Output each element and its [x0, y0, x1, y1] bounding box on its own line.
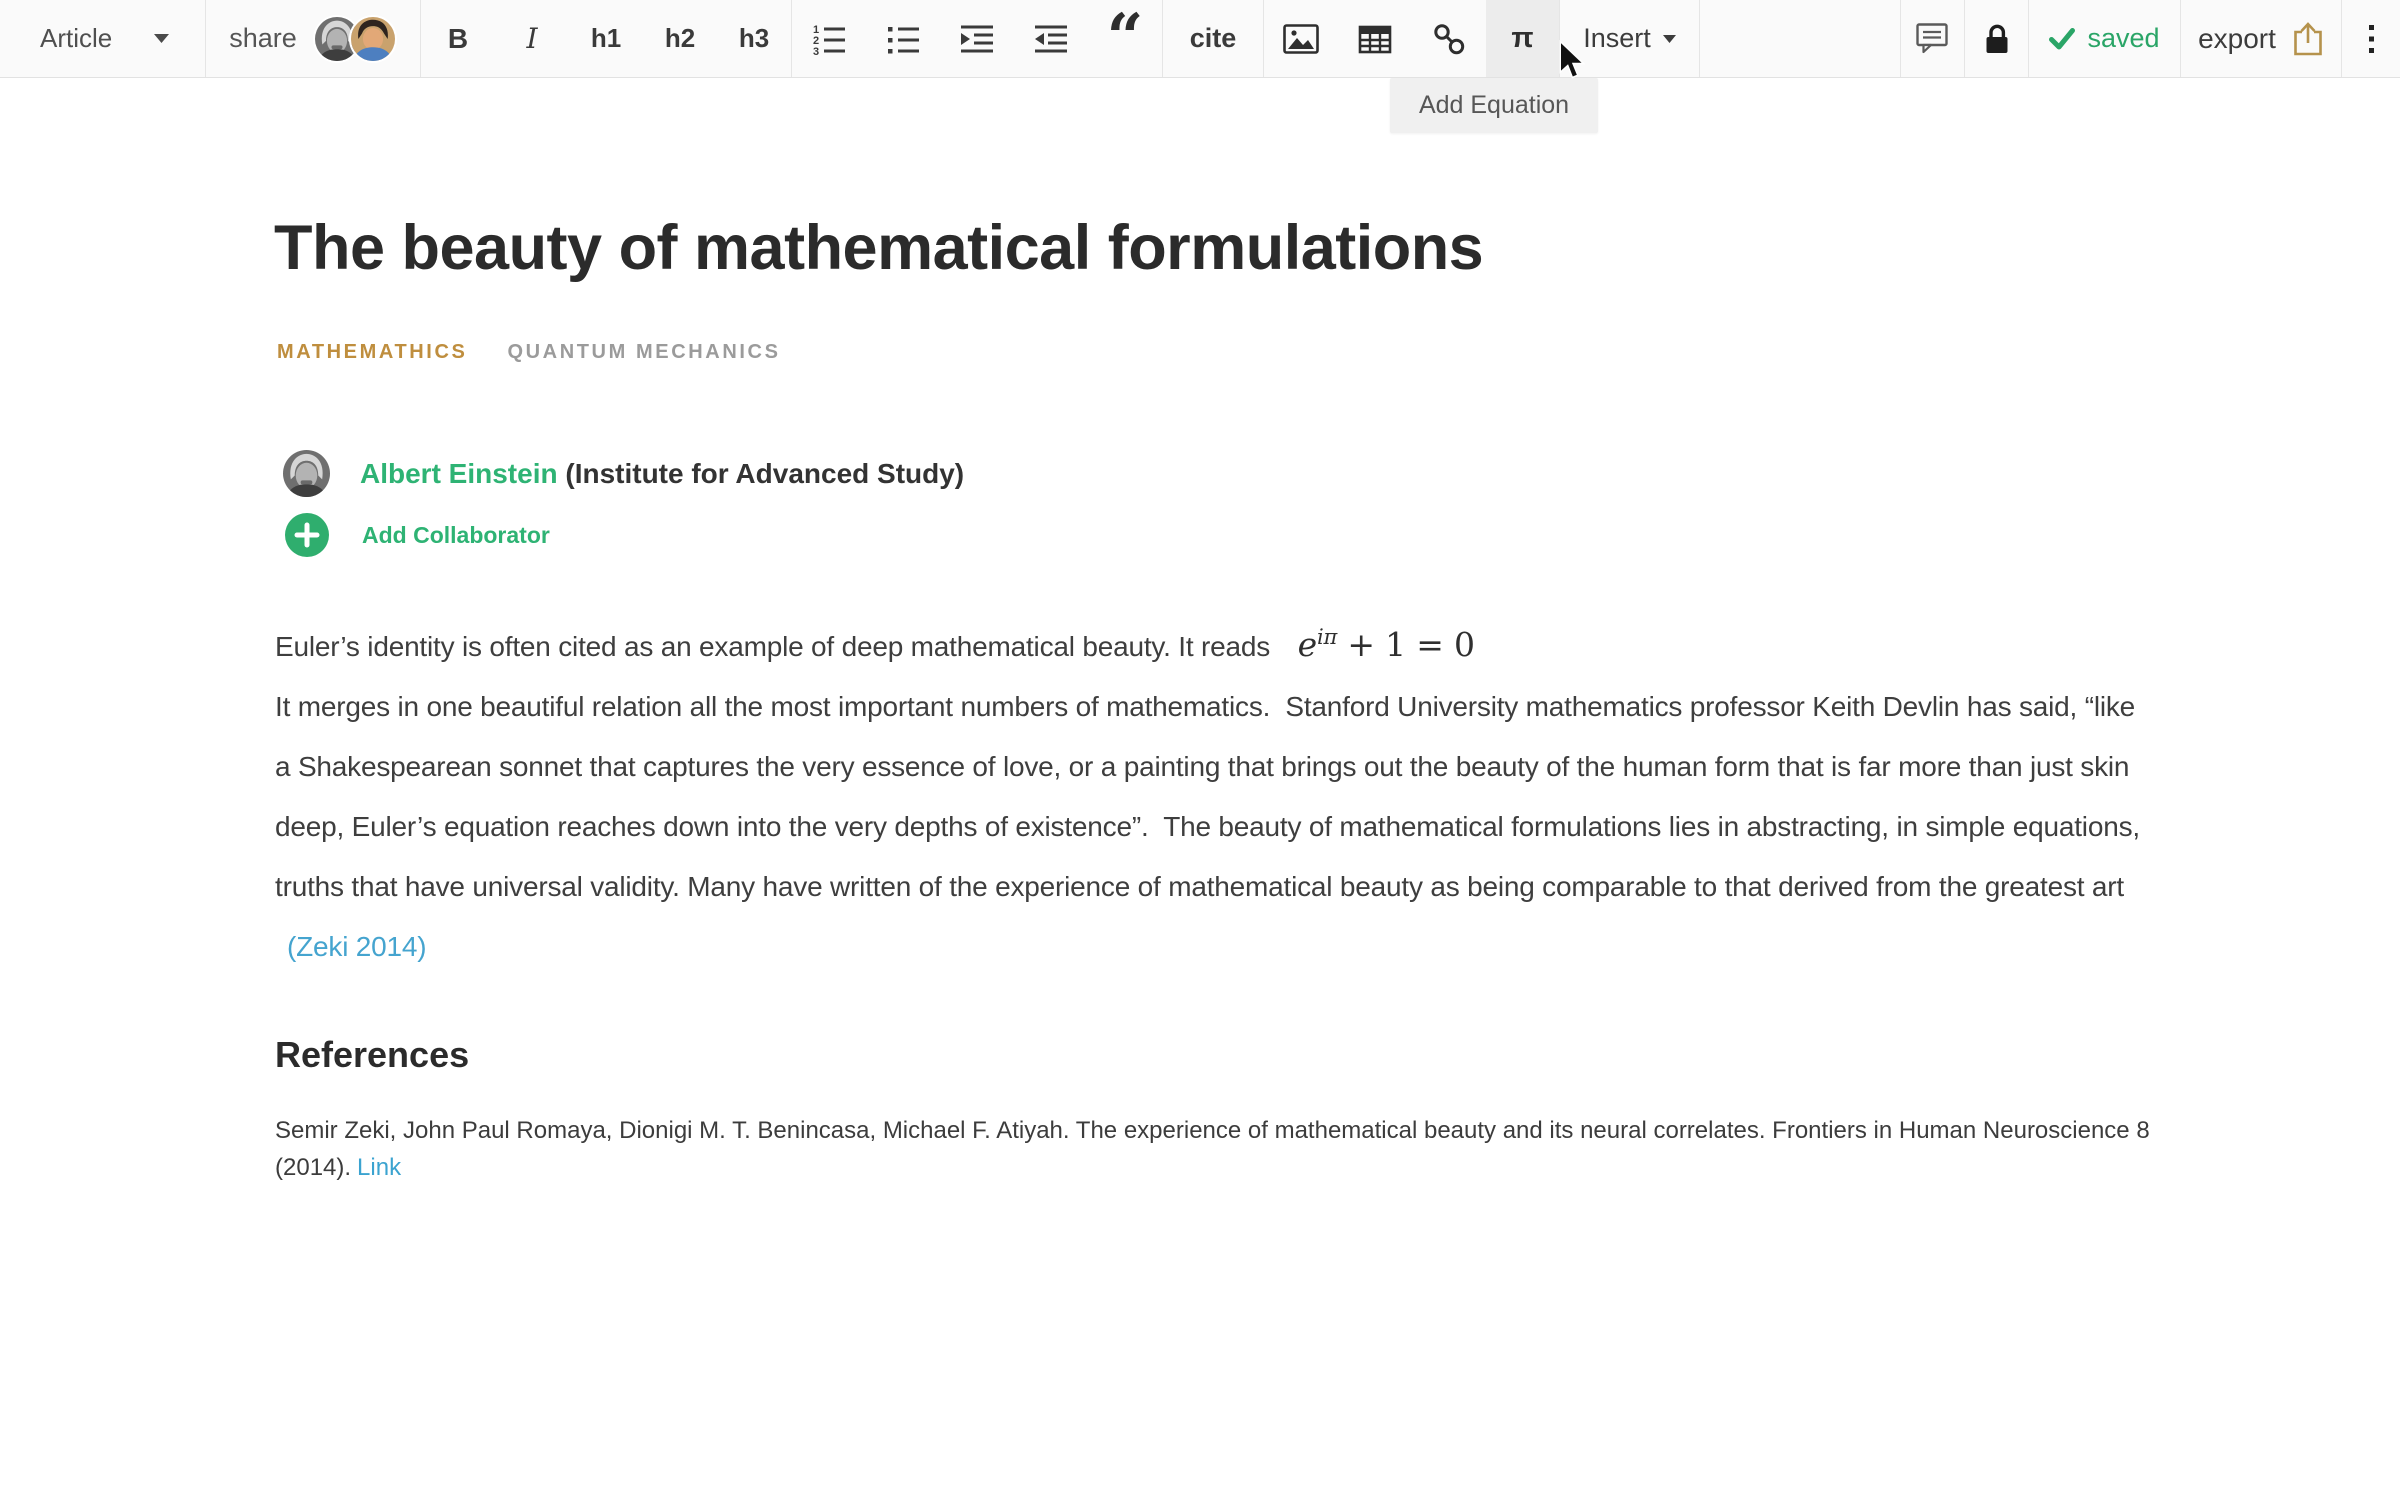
italic-label: I	[526, 22, 537, 55]
collaborator-avatar-image	[351, 17, 395, 61]
avatar-collaborator[interactable]	[349, 15, 397, 63]
author-avatar[interactable]	[283, 450, 330, 497]
add-equation-tooltip: Add Equation	[1390, 78, 1598, 133]
h3-button[interactable]: h3	[717, 0, 791, 77]
link-icon	[1432, 22, 1466, 56]
bullet-list-icon	[886, 23, 920, 55]
outdent-icon	[1033, 23, 1069, 55]
article-type-dropdown[interactable]: Article	[0, 0, 205, 77]
plus-icon	[285, 513, 329, 557]
comments-button[interactable]	[1901, 0, 1964, 77]
cite-button[interactable]: cite	[1163, 0, 1263, 77]
tag-list: MATHEMATHICS QUANTUM MECHANICS	[277, 341, 781, 364]
save-status: saved	[2029, 0, 2180, 77]
h1-button[interactable]: h1	[569, 0, 643, 77]
export-label: export	[2198, 23, 2276, 55]
h3-label: h3	[739, 23, 769, 54]
editor-page: Article share	[0, 0, 2400, 1500]
toolbar-spacer	[1700, 0, 1900, 77]
share-button[interactable]: share	[206, 0, 420, 77]
table-icon	[1358, 24, 1392, 54]
outdent-button[interactable]	[1014, 0, 1088, 77]
indent-icon	[959, 23, 995, 55]
check-icon	[2049, 27, 2075, 51]
reference-link[interactable]: Link	[357, 1154, 401, 1181]
export-button[interactable]: export	[2181, 0, 2341, 77]
equation-superscript: iπ	[1317, 625, 1337, 649]
add-collaborator-label: Add Collaborator	[362, 522, 550, 549]
saved-label: saved	[2087, 23, 2159, 54]
h2-label: h2	[665, 23, 695, 54]
article-type-label: Article	[40, 23, 112, 54]
citation-link-zeki-2014[interactable]: (Zeki 2014)	[287, 931, 426, 962]
blockquote-button[interactable]: “	[1088, 0, 1162, 77]
mouse-cursor	[1558, 40, 1588, 82]
body-paragraph: It merges in one beautiful relation all …	[275, 677, 2140, 977]
share-label: share	[229, 23, 297, 54]
equation-tail: + 1 = 0	[1337, 625, 1475, 664]
tag-quantum-mechanics[interactable]: QUANTUM MECHANICS	[507, 341, 780, 364]
h2-button[interactable]: h2	[643, 0, 717, 77]
overflow-menu-button[interactable]	[2342, 0, 2400, 77]
svg-text:3: 3	[813, 46, 819, 55]
tag-mathemathics[interactable]: MATHEMATHICS	[277, 341, 467, 364]
lock-icon	[1982, 23, 2012, 55]
image-icon	[1283, 24, 1319, 54]
article-body[interactable]: Euler’s identity is often cited as an ex…	[275, 615, 2140, 977]
add-equation-button[interactable]: π	[1486, 0, 1559, 77]
kebab-menu-icon	[2368, 23, 2375, 55]
h1-label: h1	[591, 23, 621, 54]
insert-link-button[interactable]	[1412, 0, 1486, 77]
author-name-link[interactable]: Albert Einstein	[360, 458, 558, 489]
author-affiliation: (Institute for Advanced Study)	[565, 458, 964, 489]
reference-entry: Semir Zeki, John Paul Romaya, Dionigi M.…	[275, 1112, 2155, 1186]
body-paragraph-text: It merges in one beautiful relation all …	[275, 691, 2148, 902]
bold-label: B	[448, 23, 468, 55]
add-collaborator-button[interactable]: Add Collaborator	[285, 513, 550, 557]
add-equation-tooltip-label: Add Equation	[1419, 91, 1569, 120]
equation-line: Euler’s identity is often cited as an ex…	[275, 615, 2140, 677]
document-title[interactable]: The beauty of mathematical formulations	[274, 212, 1483, 284]
equation-base: e	[1298, 625, 1317, 664]
reference-text: Semir Zeki, John Paul Romaya, Dionigi M.…	[275, 1117, 2150, 1181]
author-line: Albert Einstein (Institute for Advanced …	[360, 458, 964, 490]
sentence-before-equation: Euler’s identity is often cited as an ex…	[275, 631, 1278, 662]
insert-image-button[interactable]	[1264, 0, 1338, 77]
bold-button[interactable]: B	[421, 0, 495, 77]
author-row: Albert Einstein (Institute for Advanced …	[283, 450, 964, 497]
italic-button[interactable]: I	[495, 0, 569, 77]
chevron-down-icon	[1663, 35, 1676, 43]
export-icon	[2292, 21, 2324, 57]
comment-icon	[1916, 23, 1949, 54]
insert-table-button[interactable]	[1338, 0, 1412, 77]
privacy-lock-button[interactable]	[1965, 0, 2028, 77]
toolbar: Article share	[0, 0, 2400, 78]
einstein-avatar-image	[283, 450, 330, 497]
insert-label: Insert	[1583, 23, 1651, 54]
pi-icon: π	[1511, 22, 1533, 55]
references-heading: References	[275, 1034, 469, 1076]
collaborator-avatars	[313, 15, 397, 63]
bullet-list-button[interactable]	[866, 0, 940, 77]
inline-equation[interactable]: eiπ + 1 = 0	[1298, 625, 1475, 664]
chevron-down-icon	[154, 34, 169, 43]
blockquote-icon: “	[1107, 38, 1144, 68]
indent-button[interactable]	[940, 0, 1014, 77]
cite-label: cite	[1190, 23, 1237, 54]
ordered-list-icon: 1 2 3	[812, 23, 846, 55]
ordered-list-button[interactable]: 1 2 3	[792, 0, 866, 77]
